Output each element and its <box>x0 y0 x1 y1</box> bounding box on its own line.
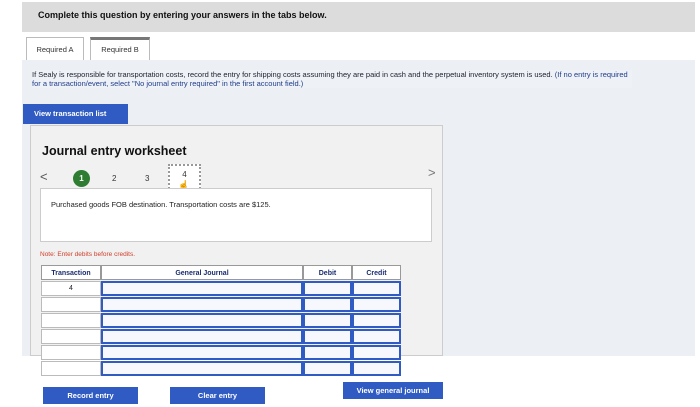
step-3[interactable]: 3 <box>145 174 149 183</box>
chevron-left-icon[interactable]: < <box>40 169 48 184</box>
step-4-label: 4 <box>182 170 187 179</box>
credit-field[interactable] <box>352 313 401 328</box>
debit-field[interactable] <box>303 313 352 328</box>
transaction-cell <box>41 361 101 376</box>
transaction-description-box <box>40 188 432 242</box>
view-general-journal-button[interactable]: View general journal <box>343 382 443 399</box>
debits-note: Note: Enter debits before credits. <box>40 251 136 258</box>
general-journal-field[interactable] <box>101 281 303 296</box>
debit-field[interactable] <box>303 329 352 344</box>
worksheet-title: Journal entry worksheet <box>42 144 187 158</box>
column-header-debit: Debit <box>303 265 352 280</box>
credit-field[interactable] <box>352 329 401 344</box>
transaction-description: Purchased goods FOB destination. Transpo… <box>51 200 271 209</box>
step-1[interactable]: 1 <box>73 170 90 187</box>
general-journal-field[interactable] <box>101 297 303 312</box>
column-header-credit: Credit <box>352 265 401 280</box>
clear-entry-button[interactable]: Clear entry <box>170 387 265 404</box>
debit-field[interactable] <box>303 361 352 376</box>
credit-field[interactable] <box>352 281 401 296</box>
debit-field[interactable] <box>303 297 352 312</box>
transaction-cell <box>41 297 101 312</box>
question-header-text: Complete this question by entering your … <box>38 10 327 20</box>
transaction-cell <box>41 345 101 360</box>
step-2[interactable]: 2 <box>112 174 116 183</box>
record-entry-button[interactable]: Record entry <box>43 387 138 404</box>
general-journal-field[interactable] <box>101 361 303 376</box>
instruction-text: If Sealy is responsible for transportati… <box>32 70 632 88</box>
credit-field[interactable] <box>352 361 401 376</box>
tab-required-a[interactable]: Required A <box>26 37 84 60</box>
column-header-transaction: Transaction <box>41 265 101 280</box>
instruction-main: If Sealy is responsible for transportati… <box>32 70 553 79</box>
debit-field[interactable] <box>303 345 352 360</box>
debit-field[interactable] <box>303 281 352 296</box>
column-header-general-journal: General Journal <box>101 265 303 280</box>
transaction-cell <box>41 313 101 328</box>
tab-required-b[interactable]: Required B <box>90 37 150 60</box>
credit-field[interactable] <box>352 345 401 360</box>
transaction-cell <box>41 329 101 344</box>
view-transaction-list-button[interactable]: View transaction list <box>23 104 128 124</box>
general-journal-field[interactable] <box>101 345 303 360</box>
credit-field[interactable] <box>352 297 401 312</box>
chevron-right-icon[interactable]: > <box>428 165 436 180</box>
general-journal-field[interactable] <box>101 329 303 344</box>
transaction-cell: 4 <box>41 281 101 296</box>
general-journal-field[interactable] <box>101 313 303 328</box>
